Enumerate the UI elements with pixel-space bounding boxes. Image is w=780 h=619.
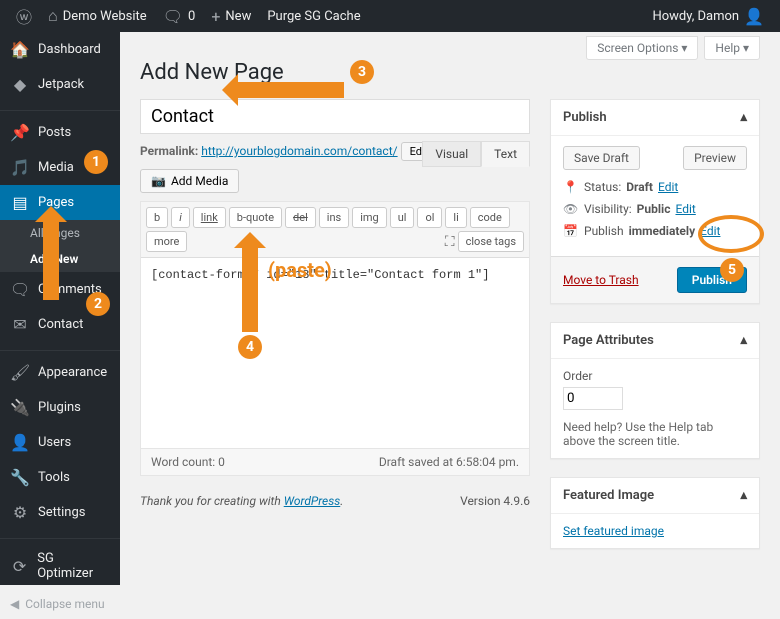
menu-jetpack[interactable]: ◆Jetpack — [0, 67, 120, 102]
tb-link[interactable]: link — [193, 207, 226, 228]
annotation-1: 1 — [84, 150, 108, 174]
move-trash-link[interactable]: Move to Trash — [563, 273, 639, 287]
pages-icon: ▤ — [10, 193, 30, 212]
mail-icon: ✉ — [10, 315, 30, 334]
edit-status-link[interactable]: Edit — [658, 180, 678, 194]
annotation-arrow-4 — [242, 248, 258, 332]
edit-visibility-link[interactable]: Edit — [675, 202, 695, 216]
annotation-circle-5 — [698, 215, 764, 253]
tb-bold[interactable]: b — [146, 207, 168, 228]
preview-button[interactable]: Preview — [683, 146, 747, 170]
tb-del[interactable]: del — [285, 207, 316, 228]
editor-body[interactable]: [contact-form-7 id="18" title="Contact f… — [141, 258, 529, 448]
tb-closetags[interactable]: close tags — [458, 231, 524, 252]
calendar-icon: 📅 — [563, 224, 579, 238]
comments-icon: 🗨 — [10, 280, 30, 299]
page-attributes-box: Page Attributes▴ Order Need help? Use th… — [550, 322, 760, 459]
screen-options-tab[interactable]: Screen Options ▾ — [586, 36, 698, 60]
dashboard-icon: 🏠 — [10, 40, 30, 59]
plug-icon: 🔌 — [10, 398, 30, 417]
pin-icon: 📌 — [10, 123, 30, 142]
tb-ol[interactable]: ol — [417, 207, 442, 228]
permalink-link[interactable]: http://yourblogdomain.com/contact/ — [201, 144, 397, 158]
menu-sg-optimizer[interactable]: ⟳SG Optimizer — [0, 543, 120, 589]
collapse-icon: ◀ — [10, 597, 19, 611]
menu-settings[interactable]: ⚙Settings — [0, 495, 120, 530]
wrench-icon: 🔧 — [10, 468, 30, 487]
order-label: Order — [563, 369, 747, 383]
toggle-icon[interactable]: ▴ — [740, 333, 747, 348]
version-text: Version 4.9.6 — [460, 494, 530, 508]
set-featured-image-link[interactable]: Set featured image — [563, 524, 664, 538]
user-icon: 👤 — [10, 433, 30, 452]
annotation-3: 3 — [350, 60, 374, 84]
tb-ul[interactable]: ul — [390, 207, 415, 228]
menu-posts[interactable]: 📌Posts — [0, 115, 120, 150]
annotation-paste-label: (paste) — [268, 258, 332, 282]
tb-li[interactable]: li — [445, 207, 466, 228]
help-tab[interactable]: Help ▾ — [704, 36, 760, 60]
key-icon: 📍 — [563, 180, 579, 194]
save-status: Draft saved at 6:58:04 pm. — [379, 455, 519, 469]
avatar-icon: 👤 — [744, 7, 764, 26]
editor-toolbar: b i link b-quote del ins img ul ol li co… — [141, 202, 529, 258]
annotation-5: 5 — [720, 258, 744, 282]
tb-ins[interactable]: ins — [319, 207, 349, 228]
editor: b i link b-quote del ins img ul ol li co… — [140, 201, 530, 449]
my-account[interactable]: Howdy, Damon👤 — [644, 0, 772, 32]
main-content: Screen Options ▾ Help ▾ Add New Page Per… — [120, 32, 780, 585]
admin-bar: ⓦ ⌂Demo Website 🗨0 +New Purge SG Cache H… — [0, 0, 780, 32]
menu-users[interactable]: 👤Users — [0, 425, 120, 460]
featured-image-box: Featured Image▴ Set featured image — [550, 477, 760, 549]
site-link[interactable]: ⌂Demo Website — [40, 0, 155, 32]
gear-icon: ⚙ — [10, 503, 30, 522]
annotation-arrow-3 — [238, 82, 344, 98]
menu-tools[interactable]: 🔧Tools — [0, 460, 120, 495]
menu-dashboard[interactable]: 🏠Dashboard — [0, 32, 120, 67]
tb-bquote[interactable]: b-quote — [229, 207, 282, 228]
sg-icon: ⟳ — [10, 557, 29, 576]
annotation-arrow-2 — [43, 222, 59, 300]
wp-logo[interactable]: ⓦ — [8, 0, 40, 32]
purge-cache[interactable]: Purge SG Cache — [259, 0, 368, 32]
brush-icon: 🖌 — [10, 363, 30, 382]
word-count: Word count: 0 — [151, 455, 225, 469]
tab-visual[interactable]: Visual — [422, 141, 481, 167]
fullscreen-button[interactable]: ⛶ — [445, 231, 455, 252]
tb-img[interactable]: img — [352, 207, 387, 228]
submenu-add-new[interactable]: Add New — [0, 246, 120, 272]
media-icon: 🎵 — [10, 158, 30, 177]
eye-icon: 👁 — [563, 202, 579, 216]
new-content[interactable]: +New — [203, 0, 259, 32]
menu-plugins[interactable]: 🔌Plugins — [0, 390, 120, 425]
attrs-help: Need help? Use the Help tab above the sc… — [563, 420, 747, 448]
wordpress-link[interactable]: WordPress — [284, 494, 341, 508]
annotation-4: 4 — [238, 335, 262, 359]
toggle-icon[interactable]: ▴ — [740, 110, 747, 125]
pages-submenu: All Pages Add New — [0, 220, 120, 272]
add-media-button[interactable]: 📷Add Media — [140, 169, 239, 193]
save-draft-button[interactable]: Save Draft — [563, 146, 640, 170]
toggle-icon[interactable]: ▴ — [740, 488, 747, 503]
menu-appearance[interactable]: 🖌Appearance — [0, 355, 120, 390]
comments-link[interactable]: 🗨0 — [155, 0, 204, 32]
tb-italic[interactable]: i — [171, 207, 190, 228]
tb-code[interactable]: code — [470, 207, 510, 228]
tab-text[interactable]: Text — [481, 141, 530, 167]
tb-more[interactable]: more — [146, 231, 187, 252]
title-input[interactable] — [140, 99, 530, 134]
annotation-2: 2 — [86, 292, 110, 316]
order-input[interactable] — [563, 387, 623, 410]
editor-status: Word count: 0 Draft saved at 6:58:04 pm. — [140, 449, 530, 476]
jetpack-icon: ◆ — [10, 75, 30, 94]
collapse-menu[interactable]: ◀Collapse menu — [0, 589, 120, 619]
submenu-all-pages[interactable]: All Pages — [0, 220, 120, 246]
camera-icon: 📷 — [151, 174, 166, 188]
